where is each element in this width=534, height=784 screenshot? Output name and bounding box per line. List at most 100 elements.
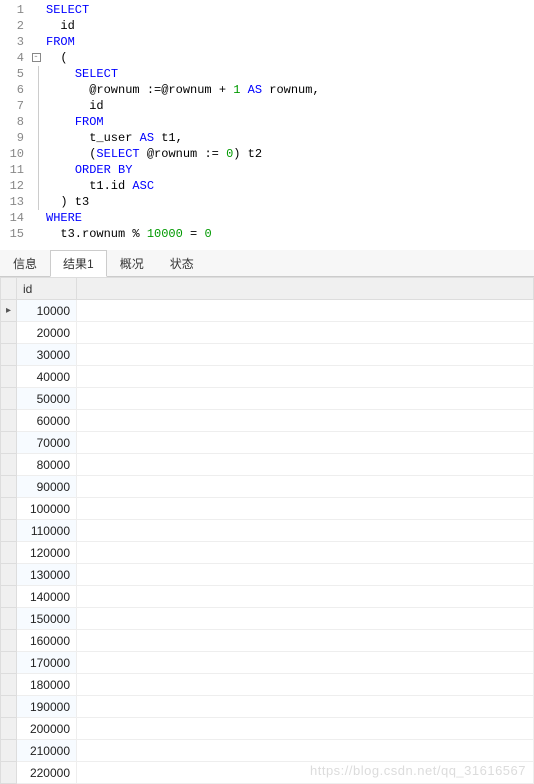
cell-id[interactable]: 80000	[17, 454, 77, 476]
table-row[interactable]: 60000	[1, 410, 534, 432]
table-row[interactable]: 100000	[1, 498, 534, 520]
code-line[interactable]: ORDER BY	[46, 162, 534, 178]
row-header	[1, 542, 17, 564]
cell-id[interactable]: 150000	[17, 608, 77, 630]
cell-id[interactable]: 60000	[17, 410, 77, 432]
line-number: 4	[0, 50, 24, 66]
table-row[interactable]: 30000	[1, 344, 534, 366]
table-row[interactable]: 40000	[1, 366, 534, 388]
code-line[interactable]: t3.rownum % 10000 = 0	[46, 226, 534, 242]
cell-id[interactable]: 190000	[17, 696, 77, 718]
cell-empty	[77, 344, 534, 366]
table-row[interactable]: 80000	[1, 454, 534, 476]
code-line[interactable]: t1.id ASC	[46, 178, 534, 194]
fold-marker	[30, 98, 42, 114]
cell-id[interactable]: 90000	[17, 476, 77, 498]
row-header	[1, 696, 17, 718]
line-number: 1	[0, 2, 24, 18]
row-header	[1, 718, 17, 740]
cell-id[interactable]: 10000	[17, 300, 77, 322]
cell-id[interactable]: 50000	[17, 388, 77, 410]
code-line[interactable]: ) t3	[46, 194, 534, 210]
code-line[interactable]: (SELECT @rownum := 0) t2	[46, 146, 534, 162]
table-row[interactable]: 110000	[1, 520, 534, 542]
table-row[interactable]: 200000	[1, 718, 534, 740]
table-row[interactable]: 130000	[1, 564, 534, 586]
code-line[interactable]: (	[46, 50, 534, 66]
table-row[interactable]: 210000	[1, 740, 534, 762]
row-header	[1, 454, 17, 476]
row-header	[1, 652, 17, 674]
row-header	[1, 564, 17, 586]
cell-empty	[77, 366, 534, 388]
code-line[interactable]: FROM	[46, 114, 534, 130]
code-line[interactable]: SELECT	[46, 2, 534, 18]
cell-id[interactable]: 70000	[17, 432, 77, 454]
table-row[interactable]: 120000	[1, 542, 534, 564]
cell-empty	[77, 454, 534, 476]
row-header	[1, 432, 17, 454]
cell-id[interactable]: 140000	[17, 586, 77, 608]
table-row[interactable]: 170000	[1, 652, 534, 674]
cell-id[interactable]: 220000	[17, 762, 77, 784]
row-header	[1, 498, 17, 520]
code-line[interactable]: id	[46, 18, 534, 34]
table-row[interactable]: 150000	[1, 608, 534, 630]
row-header-corner	[1, 278, 17, 300]
line-number-gutter: 123456789101112131415	[0, 2, 30, 242]
table-row[interactable]: 20000	[1, 322, 534, 344]
table-row[interactable]: 50000	[1, 388, 534, 410]
row-header	[1, 586, 17, 608]
cell-empty	[77, 740, 534, 762]
code-line[interactable]: id	[46, 98, 534, 114]
table-row[interactable]: 70000	[1, 432, 534, 454]
table-row[interactable]: 160000	[1, 630, 534, 652]
tab-信息[interactable]: 信息	[0, 250, 50, 276]
fold-column[interactable]: -	[30, 2, 42, 242]
table-row[interactable]: 190000	[1, 696, 534, 718]
tab-状态[interactable]: 状态	[157, 250, 207, 276]
code-line[interactable]: SELECT	[46, 66, 534, 82]
cell-empty	[77, 586, 534, 608]
cell-id[interactable]: 110000	[17, 520, 77, 542]
line-number: 12	[0, 178, 24, 194]
tab-概况[interactable]: 概况	[107, 250, 157, 276]
cell-empty	[77, 388, 534, 410]
cell-id[interactable]: 130000	[17, 564, 77, 586]
cell-id[interactable]: 210000	[17, 740, 77, 762]
row-header	[1, 366, 17, 388]
table-row[interactable]: ▸10000	[1, 300, 534, 322]
table-row[interactable]: 90000	[1, 476, 534, 498]
sql-editor[interactable]: 123456789101112131415 - SELECT idFROM ( …	[0, 0, 534, 242]
result-grid[interactable]: id ▸100002000030000400005000060000700008…	[0, 277, 534, 784]
table-row[interactable]: 140000	[1, 586, 534, 608]
cell-id[interactable]: 160000	[17, 630, 77, 652]
fold-marker	[30, 130, 42, 146]
cell-id[interactable]: 180000	[17, 674, 77, 696]
cell-empty	[77, 410, 534, 432]
cell-id[interactable]: 20000	[17, 322, 77, 344]
fold-marker	[30, 82, 42, 98]
cell-id[interactable]: 30000	[17, 344, 77, 366]
row-header: ▸	[1, 300, 17, 322]
table-row[interactable]: 220000	[1, 762, 534, 784]
cell-empty	[77, 300, 534, 322]
row-header	[1, 344, 17, 366]
column-header-id[interactable]: id	[17, 278, 77, 300]
code-area[interactable]: SELECT idFROM ( SELECT @rownum :=@rownum…	[42, 2, 534, 242]
code-line[interactable]: WHERE	[46, 210, 534, 226]
fold-marker	[30, 66, 42, 82]
cell-id[interactable]: 120000	[17, 542, 77, 564]
code-line[interactable]: @rownum :=@rownum + 1 AS rownum,	[46, 82, 534, 98]
table-row[interactable]: 180000	[1, 674, 534, 696]
code-line[interactable]: t_user AS t1,	[46, 130, 534, 146]
fold-marker[interactable]: -	[30, 50, 42, 66]
column-header-empty	[77, 278, 534, 300]
cell-id[interactable]: 100000	[17, 498, 77, 520]
result-tabs: 信息结果1概况状态	[0, 250, 534, 277]
cell-id[interactable]: 200000	[17, 718, 77, 740]
tab-结果1[interactable]: 结果1	[50, 250, 107, 277]
code-line[interactable]: FROM	[46, 34, 534, 50]
cell-id[interactable]: 170000	[17, 652, 77, 674]
cell-id[interactable]: 40000	[17, 366, 77, 388]
